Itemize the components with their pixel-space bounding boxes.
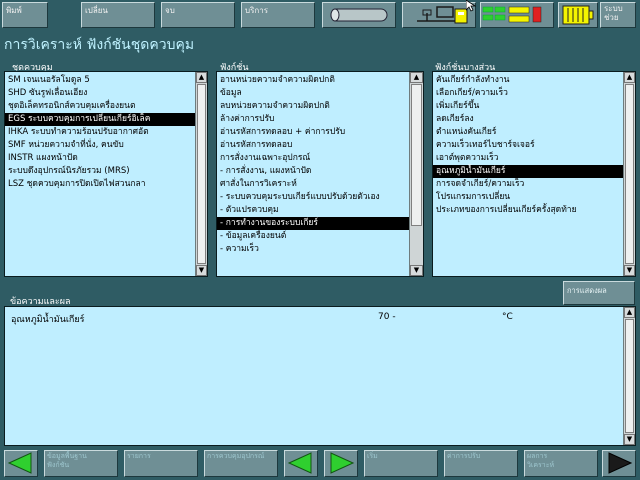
scroll-thumb[interactable] — [197, 84, 206, 264]
list-item[interactable]: ตำแหน่งคันเกียร์ — [433, 126, 623, 139]
change-button[interactable]: เปลี่ยน — [81, 2, 155, 28]
scroll-up-arrow-icon[interactable]: ▲ — [410, 72, 423, 83]
list-item[interactable]: ลบหน่วยความจำความผิดปกติ — [217, 100, 409, 113]
list-item[interactable]: - การทำงานของระบบเกียร์ — [217, 217, 409, 230]
scroll-up-arrow-icon[interactable]: ▲ — [196, 72, 207, 83]
next-button[interactable] — [324, 450, 358, 477]
list-item[interactable]: SHD ซันรูฟเลื่อนเอียง — [5, 87, 195, 100]
network-icon — [417, 6, 468, 24]
forward-arrow-button[interactable] — [602, 450, 636, 477]
list-item[interactable]: SM เจนเนอรัลโมดูล 5 — [5, 74, 195, 87]
list-item[interactable]: อ่านรหัสการทดลอบ + ค่าการปรับ — [217, 126, 409, 139]
battery-icon — [562, 5, 594, 25]
page-title: การวิเคราะห์ ฟังก์ชันชุดควบคุม — [4, 37, 195, 53]
list-item[interactable]: - ข้อมูลเครื่องยนต์ — [217, 230, 409, 243]
scroll-thumb[interactable] — [411, 84, 422, 226]
end-button[interactable]: จบ — [161, 2, 235, 28]
results-panel: อุณหภูมิน้ำมันเกียร์ 70 - °C ▲ ▼ — [4, 306, 636, 446]
print-button[interactable]: พิมพ์ — [2, 2, 48, 28]
end-label: จบ — [165, 6, 175, 15]
analysis-results-label: ผลการ วิเคราะห์ — [527, 452, 555, 469]
list-item[interactable]: EGS ระบบควบคุมการเปลี่ยนเกียร์อิเล็ค — [5, 113, 195, 126]
list-item[interactable]: - การสั่งงาน, แผงหน้าปัด — [217, 165, 409, 178]
list-item[interactable]: ชุดอิเล็คทรอนิกส์ควบคุมเครื่องยนต — [5, 100, 195, 113]
scroll-down-arrow-icon[interactable]: ▼ — [624, 265, 635, 276]
signal-bars-icon — [482, 6, 542, 23]
result-unit: °C — [502, 312, 513, 322]
cable-icon — [330, 8, 388, 22]
list-item[interactable]: เอาต์พุตความเร็ว — [433, 152, 623, 165]
list-button[interactable]: รายการ — [124, 450, 198, 477]
list-item[interactable]: เลือกเกียร์/ความเร็ว — [433, 87, 623, 100]
change-label: เปลี่ยน — [85, 6, 108, 15]
result-label: อุณหภูมิน้ำมันเกียร์ — [11, 315, 85, 325]
list-item[interactable]: SMF หน่วยความจำที่นั่ง, คนขับ — [5, 139, 195, 152]
list-item[interactable]: INSTR แผงหน้าปัด — [5, 152, 195, 165]
list-item[interactable]: โปรแกรมการเปลี่ยน — [433, 191, 623, 204]
list-item[interactable]: คันเกียร์กำลังทำงาน — [433, 74, 623, 87]
list-item[interactable]: ข้อมูล — [217, 87, 409, 100]
scroll-down-arrow-icon[interactable]: ▼ — [196, 265, 207, 276]
scroll-up-arrow-icon[interactable]: ▲ — [624, 72, 635, 83]
scroll-down-arrow-icon[interactable]: ▼ — [410, 265, 423, 276]
arrow-left-icon — [7, 452, 32, 474]
connector-status — [322, 2, 396, 28]
control-units-scrollbar[interactable]: ▲ ▼ — [195, 72, 207, 276]
help-label: ระบบ ช่วย — [604, 4, 623, 22]
functions-scrollbar[interactable]: ▲ ▼ — [409, 72, 423, 276]
arrow-right-icon — [608, 452, 633, 474]
list-item[interactable]: - ระบบควบคุมระบบเกียร์แบบปรับด้วยตัวเอง — [217, 191, 409, 204]
scroll-up-arrow-icon[interactable]: ▲ — [624, 307, 635, 318]
interface-status — [402, 2, 476, 28]
list-item[interactable]: ลดเกียร์ลง — [433, 113, 623, 126]
adjustment-values-label: ค่าการปรับ — [447, 452, 481, 460]
battery-status — [558, 2, 598, 28]
results-scrollbar[interactable]: ▲ ▼ — [623, 307, 635, 445]
list-item[interactable]: IHKA ระบบทำความร้อนปรับอากาศอัต — [5, 126, 195, 139]
list-item[interactable]: การสั่งงานเฉพาะอุปกรณ์ — [217, 152, 409, 165]
list-item[interactable]: อานหน่วยความจำความผิดปกติ — [217, 74, 409, 87]
list-item[interactable]: ประเภทของการเปลี่ยนเกียร์ครั้งสุดท้าย — [433, 204, 623, 217]
result-value: 70 - — [378, 312, 396, 322]
list-label: รายการ — [127, 452, 151, 460]
sub-functions-list[interactable]: คันเกียร์กำลังทำงาน เลือกเกียร์/ความเร็วเ… — [432, 71, 636, 277]
sub-functions-scrollbar[interactable]: ▲ ▼ — [623, 72, 635, 276]
service-button[interactable]: บริการ — [241, 2, 315, 28]
display-results-label: การแสดงผล — [567, 286, 607, 295]
signal-status — [480, 2, 554, 28]
list-item[interactable]: อุณหภูมิน้ำมันเกียร์ — [433, 165, 623, 178]
component-control-button[interactable]: การควบคุมอุปกรณ์ — [204, 450, 278, 477]
help-button[interactable]: ระบบ ช่วย — [600, 2, 636, 28]
previous-button[interactable] — [284, 450, 318, 477]
list-item[interactable]: - ความเร็ว — [217, 243, 409, 256]
list-item[interactable]: ศาสั่งในการวิเคราะห์ — [217, 178, 409, 191]
list-item[interactable]: อ่านรหัสการทดลอบ — [217, 139, 409, 152]
list-item[interactable]: - ตัวแปรควบคุม — [217, 204, 409, 217]
adjustment-values-button[interactable]: ค่าการปรับ — [444, 450, 518, 477]
functions-list[interactable]: อานหน่วยความจำความผิดปกติ ข้อมูล ลบหน่วยคว… — [216, 71, 424, 277]
list-item[interactable]: ล้างค่าการปรับ — [217, 113, 409, 126]
print-label: พิมพ์ — [6, 6, 22, 15]
scroll-down-arrow-icon[interactable]: ▼ — [624, 434, 635, 445]
mouse-pointer-icon — [466, 0, 476, 12]
display-results-button[interactable]: การแสดงผล — [563, 281, 635, 305]
start-label: เริ่ม — [367, 452, 378, 460]
basic-functions-button[interactable]: ข้อมูลพื้นฐาน ฟังก์ชัน — [44, 450, 118, 477]
arrow-right-icon — [330, 452, 355, 474]
start-button[interactable]: เริ่ม — [364, 450, 438, 477]
list-item[interactable]: ระบบดึงอุปกรณ์นิรภัยรวม (MRS) — [5, 165, 195, 178]
back-arrow-button[interactable] — [4, 450, 38, 477]
list-item[interactable]: ความเร็วเทอร์ไบชาร์จเจอร์ — [433, 139, 623, 152]
scroll-thumb[interactable] — [625, 319, 634, 433]
analysis-results-button[interactable]: ผลการ วิเคราะห์ — [524, 450, 598, 477]
service-label: บริการ — [245, 6, 269, 15]
list-item[interactable]: LSZ ชุดควบคุมการปิดเปิดไฟสวนกลา — [5, 178, 195, 191]
control-units-list[interactable]: SM เจนเนอรัลโมดูล 5 SHD ซันรูฟเลื่อนเอียง… — [4, 71, 208, 277]
component-control-label: การควบคุมอุปกรณ์ — [207, 452, 265, 460]
list-item[interactable]: การจดจำเกียร์/ความเร็ว — [433, 178, 623, 191]
list-item[interactable]: เพิ่มเกียร์ขึ้น — [433, 100, 623, 113]
arrow-left-icon — [287, 452, 312, 474]
basic-functions-label: ข้อมูลพื้นฐาน ฟังก์ชัน — [47, 452, 87, 469]
scroll-thumb[interactable] — [625, 84, 634, 264]
